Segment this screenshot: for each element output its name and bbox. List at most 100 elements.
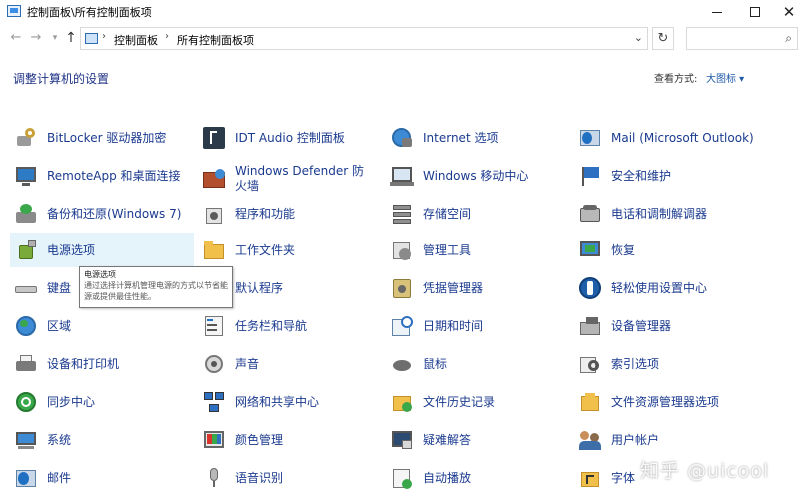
item-ease-of-access[interactable]: 轻松使用设置中心 — [578, 273, 758, 303]
forward-button[interactable]: → — [28, 30, 44, 46]
tooltip-power-options: 电源选项 通过选择计算机管理电源的方式以节省能源或提供最佳性能。 — [79, 266, 233, 308]
item-storage-spaces[interactable]: 存储空间 — [390, 199, 570, 229]
speech-recognition-icon — [202, 466, 226, 490]
view-by-label: 查看方式: — [654, 74, 698, 85]
back-button[interactable]: ← — [8, 30, 24, 46]
item-admin-tools[interactable]: 管理工具 — [390, 235, 570, 265]
breadcrumb-separator-icon[interactable]: › — [165, 31, 169, 42]
item-indexing-options[interactable]: 索引选项 — [578, 349, 758, 379]
item-mobility-center[interactable]: Windows 移动中心 — [390, 161, 570, 191]
minimize-button[interactable] — [698, 0, 736, 24]
item-mouse[interactable]: 鼠标 — [390, 349, 570, 379]
sync-center-icon — [14, 390, 38, 414]
search-icon: ⌕ — [785, 31, 792, 45]
mobility-center-icon — [390, 164, 414, 188]
device-manager-icon — [578, 314, 602, 338]
region-icon — [14, 314, 38, 338]
title-bar: 控制面板\所有控制面板项 ✕ — [0, 0, 807, 24]
phone-modem-icon — [578, 202, 602, 226]
minimize-icon — [712, 11, 722, 13]
breadcrumb-all-items[interactable]: 所有控制面板项 — [177, 32, 254, 48]
breadcrumb-control-panel[interactable]: 控制面板 — [114, 32, 158, 48]
item-speech-recognition[interactable]: 语音识别 — [202, 463, 382, 493]
backup-restore-icon — [14, 202, 38, 226]
user-accounts-icon — [578, 428, 602, 452]
search-input[interactable]: ⌕ — [686, 27, 798, 50]
view-by-dropdown[interactable]: 大图标 ▾ — [706, 70, 744, 85]
item-user-accounts[interactable]: 用户帐户 — [578, 425, 758, 455]
address-dropdown-icon[interactable]: ⌄ — [634, 31, 643, 44]
mouse-icon — [390, 352, 414, 376]
item-date-time[interactable]: 日期和时间 — [390, 311, 570, 341]
item-idt-audio[interactable]: IDT Audio 控制面板 — [202, 123, 382, 153]
item-programs-features[interactable]: 程序和功能 — [202, 199, 382, 229]
recent-locations-button[interactable]: ▾ — [47, 30, 63, 46]
item-region[interactable]: 区域 — [14, 311, 194, 341]
keyboard-icon — [14, 276, 38, 300]
firewall-icon — [202, 167, 226, 191]
item-security-maintenance[interactable]: 安全和维护 — [578, 161, 758, 191]
item-sound[interactable]: 声音 — [202, 349, 382, 379]
item-phone-modem[interactable]: 电话和调制解调器 — [578, 199, 758, 229]
item-internet-options[interactable]: Internet 选项 — [390, 123, 570, 153]
item-autoplay[interactable]: 自动播放 — [390, 463, 570, 493]
autoplay-icon — [390, 466, 414, 490]
color-management-icon — [202, 428, 226, 452]
item-bitlocker[interactable]: BitLocker 驱动器加密 — [14, 123, 194, 153]
item-system[interactable]: 系统 — [14, 425, 194, 455]
devices-printers-icon — [14, 352, 38, 376]
watermark: 知乎 @uicool — [640, 460, 770, 482]
navigation-bar: ← → ▾ ↑ › 控制面板 › 所有控制面板项 ⌄ ↻ ⌕ — [0, 24, 807, 54]
internet-options-icon — [390, 126, 414, 150]
credential-manager-icon — [390, 276, 414, 300]
item-color-management[interactable]: 颜色管理 — [202, 425, 382, 455]
item-credential-manager[interactable]: 凭据管理器 — [390, 273, 570, 303]
system-icon — [14, 428, 38, 452]
refresh-button[interactable]: ↻ — [652, 27, 674, 50]
item-devices-printers[interactable]: 设备和打印机 — [14, 349, 194, 379]
ease-of-access-icon — [578, 276, 602, 300]
item-recovery[interactable]: 恢复 — [578, 235, 758, 265]
up-button[interactable]: ↑ — [63, 30, 79, 46]
item-device-manager[interactable]: 设备管理器 — [578, 311, 758, 341]
explorer-options-icon — [578, 390, 602, 414]
item-firewall[interactable]: Windows Defender 防火墙 — [202, 161, 382, 197]
item-explorer-options[interactable]: 文件资源管理器选项 — [578, 387, 778, 417]
item-power-options[interactable]: 电源选项 — [10, 233, 194, 267]
chevron-down-icon: ▾ — [52, 33, 58, 43]
breadcrumb-separator-icon[interactable]: › — [102, 31, 106, 42]
item-network-sharing[interactable]: 网络和共享中心 — [202, 387, 382, 417]
power-options-icon — [14, 238, 38, 262]
item-remoteapp[interactable]: RemoteApp 和桌面连接 — [14, 161, 194, 191]
back-arrow-icon: ← — [10, 30, 22, 45]
bitlocker-icon — [14, 126, 38, 150]
control-panel-icon — [7, 5, 21, 17]
close-button[interactable]: ✕ — [770, 0, 807, 24]
item-taskbar-navigation[interactable]: 任务栏和导航 — [202, 311, 382, 341]
network-sharing-icon — [202, 390, 226, 414]
tooltip-title: 电源选项 — [84, 270, 116, 279]
fonts-icon — [578, 466, 602, 490]
item-work-folders[interactable]: 工作文件夹 — [202, 235, 382, 265]
address-bar[interactable]: › 控制面板 › 所有控制面板项 ⌄ — [80, 27, 648, 50]
close-icon: ✕ — [782, 3, 796, 21]
mail-icon — [14, 466, 38, 490]
item-sync-center[interactable]: 同步中心 — [14, 387, 194, 417]
item-backup-restore[interactable]: 备份和还原(Windows 7) — [14, 199, 194, 229]
item-file-history[interactable]: 文件历史记录 — [390, 387, 570, 417]
date-time-icon — [390, 314, 414, 338]
troubleshooting-icon — [390, 428, 414, 452]
programs-features-icon — [202, 202, 226, 226]
idt-audio-icon — [202, 126, 226, 150]
maximize-icon — [750, 7, 760, 17]
remoteapp-icon — [14, 164, 38, 188]
storage-spaces-icon — [390, 202, 414, 226]
sound-icon — [202, 352, 226, 376]
item-mail-outlook[interactable]: Mail (Microsoft Outlook) — [578, 123, 798, 153]
item-mail[interactable]: 邮件 — [14, 463, 194, 493]
item-troubleshooting[interactable]: 疑难解答 — [390, 425, 570, 455]
mail-outlook-icon — [578, 126, 602, 150]
maximize-button[interactable] — [736, 0, 774, 24]
security-flag-icon — [578, 164, 602, 188]
up-arrow-icon: ↑ — [65, 30, 77, 46]
